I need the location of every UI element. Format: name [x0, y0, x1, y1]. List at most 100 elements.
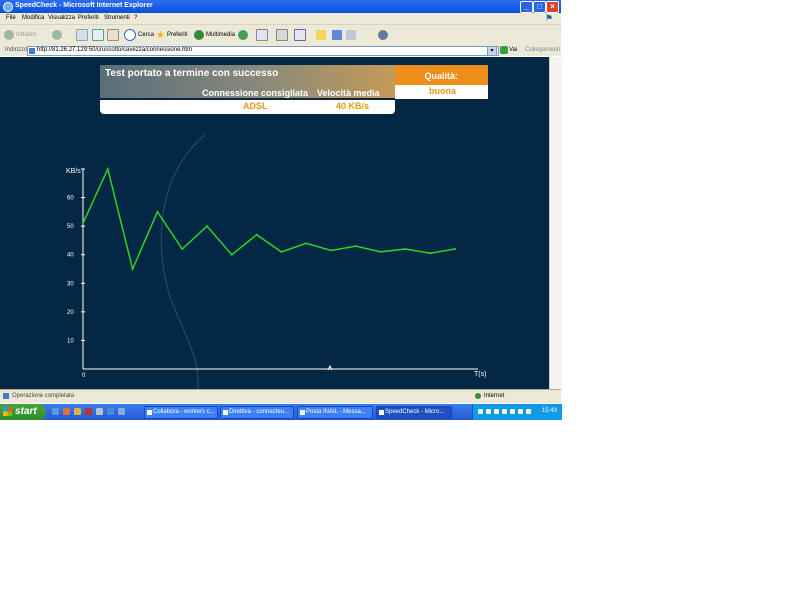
task-icon	[379, 410, 384, 415]
data-point	[305, 242, 308, 245]
multimedia-button[interactable]: Multimedia	[194, 29, 235, 41]
y-tick-label: 10	[67, 338, 74, 344]
toolbar: Indietro Cerca ★ Preferiti Multimedia	[0, 24, 561, 45]
print-button[interactable]	[276, 29, 288, 41]
links-label[interactable]: Collegamenti	[525, 47, 560, 53]
quicklaunch-media-icon[interactable]	[107, 408, 114, 415]
people-button[interactable]	[378, 29, 388, 41]
quicklaunch-misc-icon[interactable]	[118, 408, 125, 415]
edit-button[interactable]	[294, 29, 306, 41]
print-icon	[276, 29, 288, 41]
quicklaunch-outlook-icon[interactable]	[63, 408, 70, 415]
data-point	[181, 248, 184, 250]
data-point	[255, 233, 258, 236]
decorative-arc	[160, 134, 206, 389]
menu-preferiti[interactable]: Preferiti	[78, 15, 99, 21]
task-icon	[300, 410, 305, 415]
back-arrow-icon	[4, 30, 14, 40]
tray-icon-2[interactable]	[486, 409, 491, 414]
quicklaunch-desktop-icon[interactable]	[96, 408, 103, 415]
forward-arrow-icon	[52, 30, 62, 40]
close-button[interactable]: ×	[546, 1, 559, 13]
y-tick-label: 40	[67, 253, 74, 259]
task-speedcheck[interactable]: SpeedCheck - Micro...	[376, 406, 452, 419]
menu-visualizza[interactable]: Visualizza	[48, 15, 75, 21]
tray-icon-5[interactable]	[510, 409, 515, 414]
menu-help[interactable]: ?	[134, 15, 137, 21]
menu-modifica[interactable]: Modifica	[22, 15, 44, 21]
task-icon	[147, 410, 152, 415]
minimize-button[interactable]: _	[520, 1, 533, 13]
mail-icon	[256, 29, 268, 41]
browser-window: SpeedCheck - Microsoft Internet Explorer…	[0, 0, 562, 420]
tray-icon-3[interactable]	[494, 409, 499, 414]
go-arrow-icon[interactable]	[500, 46, 508, 54]
task-posta-inail[interactable]: Posta INAIL - Messa...	[297, 406, 373, 419]
refresh-button[interactable]	[92, 29, 104, 41]
status-page-icon	[3, 393, 9, 399]
page-icon	[29, 48, 35, 54]
window-title: SpeedCheck - Microsoft Internet Explorer	[15, 2, 153, 9]
speed-chart: KB/s T(s) 10 20 30 40 50 60 0	[66, 134, 486, 389]
stop-button[interactable]	[76, 29, 88, 41]
x-axis-label: T(s)	[474, 371, 486, 378]
star-icon: ★	[156, 29, 165, 41]
task-direttiva[interactable]: Direttiva - connecteu...	[220, 406, 294, 419]
system-tray: 15:43	[472, 404, 562, 420]
windows-flag-icon: ⚑	[545, 13, 554, 23]
quicklaunch-app-icon[interactable]	[85, 408, 92, 415]
task-icon	[223, 410, 228, 415]
quicklaunch-folder-icon[interactable]	[74, 408, 81, 415]
page-content: Test portato a termine con successo Conn…	[0, 57, 549, 389]
status-zone: Internet	[484, 393, 505, 399]
speed-series-line	[82, 166, 456, 272]
taskbar: start Collabora - workers c... Direttiva…	[0, 404, 562, 420]
y-tick-label: 20	[67, 310, 74, 316]
data-point	[404, 248, 407, 250]
tools-button[interactable]	[346, 29, 356, 41]
stop-icon	[76, 29, 88, 41]
home-button[interactable]	[107, 29, 119, 41]
search-icon	[124, 29, 136, 41]
windows-logo-icon	[3, 407, 12, 416]
messenger-button[interactable]	[332, 29, 342, 41]
tray-icon-4[interactable]	[502, 409, 507, 414]
data-point	[330, 249, 332, 252]
status-text: Operazione completata	[12, 393, 75, 399]
quicklaunch-ie-icon[interactable]	[52, 408, 59, 415]
address-input[interactable]: http://81.26.27.129:50/cruscotto/cavezza…	[27, 46, 499, 56]
data-point	[156, 210, 159, 213]
menu-strumenti[interactable]: Strumenti	[104, 15, 130, 21]
favorites-button[interactable]: ★ Preferiti	[156, 29, 188, 41]
address-dropdown-icon[interactable]: ▾	[487, 46, 497, 56]
address-label: Indirizzo	[5, 47, 28, 53]
vertical-scrollbar[interactable]	[549, 57, 562, 389]
tray-icon-1[interactable]	[478, 409, 483, 414]
start-button[interactable]: start	[0, 404, 46, 420]
y-axis-label: KB/s	[66, 168, 81, 175]
folder-button[interactable]	[316, 29, 326, 41]
mail-button[interactable]	[256, 29, 268, 41]
history-button[interactable]	[238, 29, 248, 41]
address-bar: Indirizzo http://81.26.27.129:50/cruscot…	[0, 45, 561, 56]
data-point	[280, 250, 283, 253]
menu-file[interactable]: File	[6, 15, 16, 21]
y-tick-label: 50	[67, 224, 74, 230]
back-button[interactable]: Indietro	[4, 29, 36, 41]
data-point	[429, 252, 432, 255]
status-bar: Operazione completata Internet	[0, 389, 561, 403]
search-button[interactable]: Cerca	[124, 29, 154, 41]
data-point	[131, 268, 134, 270]
refresh-icon	[92, 29, 104, 41]
x-ticks: 0	[82, 373, 86, 379]
tray-icon-7[interactable]	[526, 409, 531, 414]
tray-icon-6[interactable]	[518, 409, 523, 414]
data-point	[106, 168, 109, 170]
maximize-button[interactable]: □	[533, 1, 546, 13]
task-collabora[interactable]: Collabora - workers c...	[144, 406, 218, 419]
data-point	[454, 248, 456, 250]
data-point	[230, 253, 233, 256]
people-icon	[378, 30, 388, 40]
forward-button[interactable]	[52, 29, 62, 41]
go-button[interactable]: Vai	[509, 47, 517, 53]
